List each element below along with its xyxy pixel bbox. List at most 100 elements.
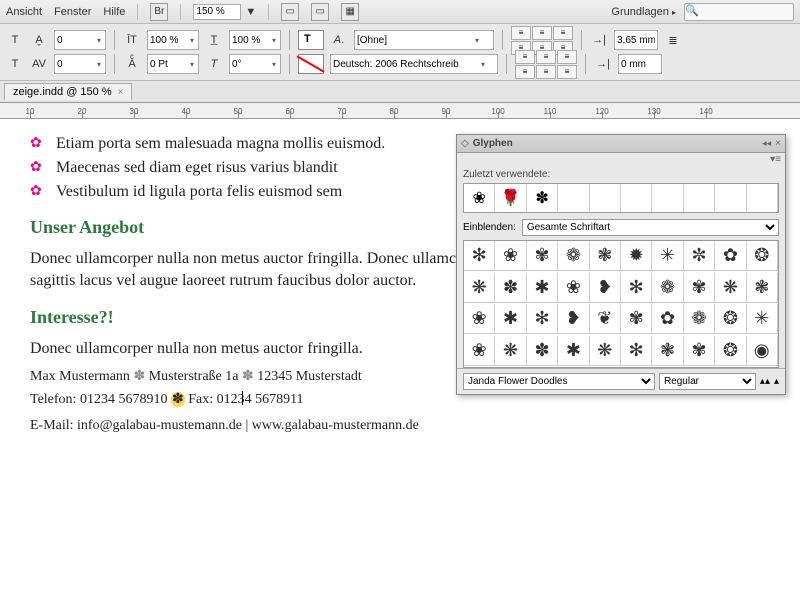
indent-field[interactable] — [614, 30, 658, 50]
glyph-cell[interactable]: ❥ — [590, 273, 621, 303]
panel-collapse-icon[interactable]: ◇ — [461, 138, 469, 149]
skew-field[interactable]: ▾ — [229, 54, 281, 74]
glyph-cell[interactable]: ✻ — [464, 241, 495, 271]
glyph-cell[interactable]: ✿ — [652, 304, 683, 334]
fill-swatch[interactable]: T — [298, 30, 324, 50]
hscale-icon: T̲ — [205, 31, 223, 49]
glyph-cell[interactable]: ✳ — [652, 241, 683, 271]
zoom-out-icon[interactable]: ▴▴ — [760, 376, 770, 387]
char-style-select[interactable]: ▾ — [354, 30, 494, 50]
recent-glyph[interactable]: ❀ — [464, 184, 495, 212]
glyph-cell[interactable]: ✽ — [495, 273, 526, 303]
glyph-cell[interactable]: ❃ — [747, 273, 778, 303]
recent-glyph[interactable] — [747, 184, 778, 212]
glyphs-panel[interactable]: ◇ Glyphen ◂◂ × ▾≡ Zuletzt verwendete: ❀🌹… — [456, 134, 786, 395]
glyph-cell[interactable]: ✽ — [527, 336, 558, 366]
panel-menu-icon[interactable]: ▾≡ — [770, 154, 781, 165]
control-panel: T A̬ ▾ ĪT ▾ T̲ ▾ T A. ▾ ≡≡≡ ≡≡≡ →| ≣ T A… — [0, 24, 800, 81]
kerning-icon: T — [6, 55, 24, 73]
document-tab[interactable]: zeige.indd @ 150 % × — [4, 83, 132, 100]
document-tabs: zeige.indd @ 150 % × — [0, 81, 800, 103]
recent-glyph[interactable]: ✽ — [527, 184, 558, 212]
glyph-cell[interactable]: ❁ — [684, 304, 715, 334]
glyph-cell[interactable]: ❋ — [715, 273, 746, 303]
zoom-in-icon[interactable]: ▴ — [774, 376, 779, 387]
workspace-switcher[interactable]: Grundlagen ▸ — [611, 6, 676, 18]
glyph-cell[interactable]: ✼ — [684, 241, 715, 271]
search-input[interactable]: 🔍 — [684, 3, 794, 21]
style-select[interactable]: Regular — [659, 373, 756, 390]
menu-fenster[interactable]: Fenster — [54, 6, 91, 18]
vscale-field[interactable]: ▾ — [147, 30, 199, 50]
list-icon[interactable]: ≣ — [664, 31, 682, 49]
glyph-cell[interactable]: ✾ — [684, 273, 715, 303]
recent-glyph[interactable] — [684, 184, 715, 212]
glyph-cell[interactable]: ❂ — [715, 304, 746, 334]
glyph-cell[interactable]: ✾ — [527, 241, 558, 271]
panel-titlebar[interactable]: ◇ Glyphen ◂◂ × — [457, 135, 785, 153]
glyph-cell[interactable]: ❂ — [715, 336, 746, 366]
stroke-swatch[interactable] — [298, 54, 324, 74]
glyph-cell[interactable]: ❂ — [747, 241, 778, 271]
glyph-cell[interactable]: ❃ — [590, 241, 621, 271]
glyph-cell[interactable]: ❦ — [590, 304, 621, 334]
glyph-cell[interactable]: ✿ — [715, 241, 746, 271]
hscale-field[interactable]: ▾ — [229, 30, 281, 50]
recent-glyph[interactable] — [621, 184, 652, 212]
glyph-cell[interactable]: ❁ — [652, 273, 683, 303]
glyph-cell[interactable]: ✻ — [527, 304, 558, 334]
bullet-flower-icon: ✿ — [30, 135, 46, 151]
baseline-field[interactable]: ▾ — [147, 54, 199, 74]
glyph-cell[interactable]: ❃ — [652, 336, 683, 366]
recent-glyph[interactable] — [715, 184, 746, 212]
arrange-docs-icon[interactable]: ▦ — [341, 3, 359, 21]
glyph-cell[interactable]: ✱ — [495, 304, 526, 334]
leading-field[interactable]: ▾ — [54, 30, 106, 50]
recent-glyph[interactable]: 🌹 — [495, 184, 526, 212]
paragraph-align2[interactable]: ≡≡≡ ≡≡≡ — [515, 50, 577, 79]
glyph-cell[interactable]: ✻ — [621, 273, 652, 303]
zoom-level[interactable]: ▼ — [193, 4, 256, 20]
glyph-cell[interactable]: ❀ — [558, 273, 589, 303]
screen-mode-icon[interactable]: ▭ — [311, 3, 329, 21]
tracking-field[interactable]: ▾ — [54, 54, 106, 74]
list-item: Etiam porta sem malesuada magna mollis e… — [56, 135, 385, 153]
show-select[interactable]: Gesamte Schriftart — [522, 219, 779, 236]
zoom-input[interactable] — [193, 4, 241, 20]
recent-glyphs[interactable]: ❀🌹✽ — [463, 183, 779, 213]
glyph-cell[interactable]: ✾ — [684, 336, 715, 366]
glyph-cell[interactable]: ✾ — [621, 304, 652, 334]
language-select[interactable]: ▾ — [330, 54, 498, 74]
glyph-cell[interactable]: ✹ — [621, 241, 652, 271]
glyph-cell[interactable]: ❀ — [464, 304, 495, 334]
recent-glyph[interactable] — [590, 184, 621, 212]
glyph-cell[interactable]: ✻ — [621, 336, 652, 366]
panel-close-icon[interactable]: × — [775, 138, 781, 149]
recent-glyph[interactable] — [558, 184, 589, 212]
glyph-cell[interactable]: ❋ — [495, 336, 526, 366]
glyph-cell[interactable]: ❋ — [590, 336, 621, 366]
glyph-cell[interactable]: ❀ — [464, 336, 495, 366]
glyph-grid[interactable]: ✻❀✾❁❃✹✳✼✿❂❋✽✱❀❥✻❁✾❋❃❀✱✻❥❦✾✿❁❂✳❀❋✽✱❋✻❃✾❂◉ — [463, 240, 779, 368]
glyph-cell[interactable]: ✱ — [558, 336, 589, 366]
bridge-icon[interactable]: Br — [150, 3, 168, 21]
glyph-cell[interactable]: ◉ — [747, 336, 778, 366]
glyph-cell[interactable]: ✱ — [527, 273, 558, 303]
tracking-icon: AV — [30, 55, 48, 73]
horizontal-ruler: 102030405060708090100110120130140 — [0, 103, 800, 119]
recent-glyph[interactable] — [652, 184, 683, 212]
vscale-icon: ĪT — [123, 31, 141, 49]
view-options-icon[interactable]: ▭ — [281, 3, 299, 21]
list-item: Vestibulum id ligula porta felis euismod… — [56, 183, 342, 201]
close-tab-icon[interactable]: × — [118, 87, 124, 98]
glyph-cell[interactable]: ❋ — [464, 273, 495, 303]
panel-dock-icon[interactable]: ◂◂ — [762, 138, 771, 149]
glyph-cell[interactable]: ❁ — [558, 241, 589, 271]
glyph-cell[interactable]: ❀ — [495, 241, 526, 271]
menu-hilfe[interactable]: Hilfe — [103, 6, 125, 18]
glyph-cell[interactable]: ✳ — [747, 304, 778, 334]
menu-ansicht[interactable]: Ansicht — [6, 6, 42, 18]
glyph-cell[interactable]: ❥ — [558, 304, 589, 334]
space-field[interactable] — [618, 54, 662, 74]
font-select[interactable]: Janda Flower Doodles — [463, 373, 655, 390]
